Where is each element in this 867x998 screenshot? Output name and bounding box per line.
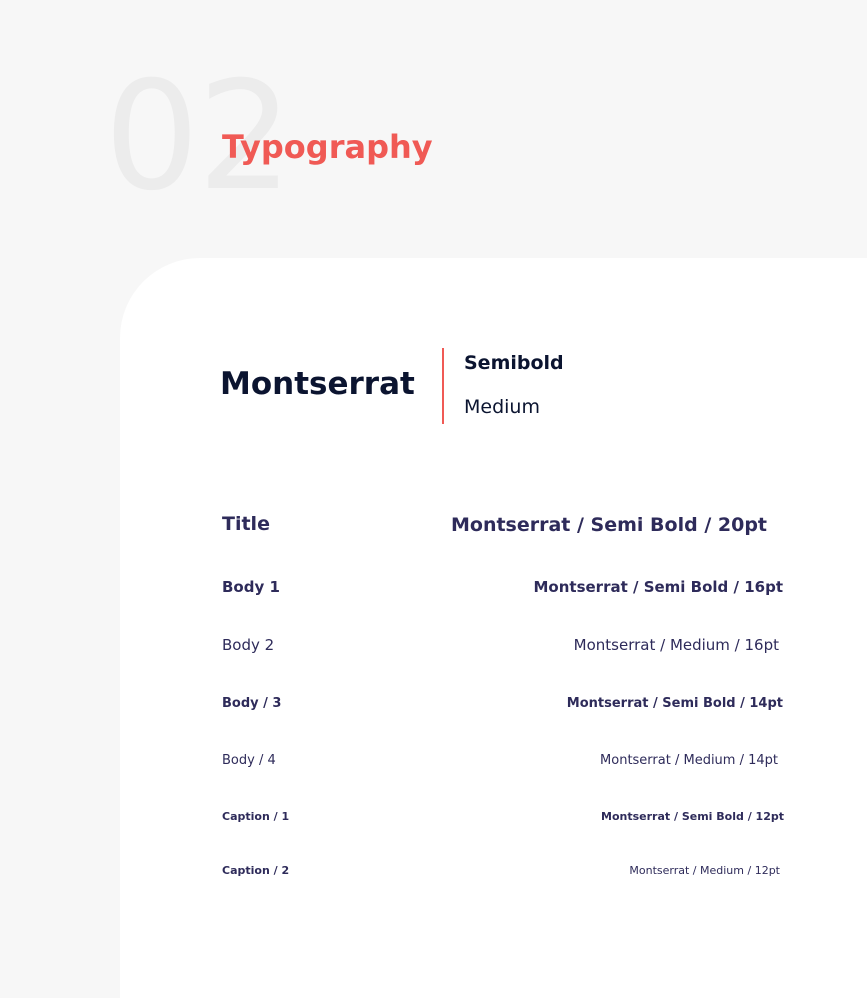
style-label: Title: [222, 513, 270, 535]
style-spec: Montserrat / Semi Bold / 20pt: [450, 514, 767, 536]
style-label: Caption / 2: [222, 864, 290, 877]
font-weight-semibold: Semibold: [464, 352, 564, 374]
style-spec: Montserrat / Medium / 16pt: [573, 636, 779, 654]
style-label: Body / 3: [222, 696, 282, 711]
style-spec: Montserrat / Medium / 14pt: [600, 753, 778, 768]
section-title: Typography: [222, 128, 433, 166]
style-spec: Montserrat / Semi Bold / 14pt: [566, 696, 783, 711]
style-spec: Montserrat / Medium / 12pt: [629, 864, 780, 877]
style-spec: Montserrat / Semi Bold / 16pt: [533, 578, 784, 596]
font-family-name: Montserrat: [220, 366, 415, 402]
style-label: Caption / 1: [222, 810, 290, 823]
style-label: Body 2: [222, 636, 275, 654]
accent-divider: [442, 348, 444, 424]
style-label: Body 1: [222, 578, 280, 596]
style-spec: Montserrat / Semi Bold / 12pt: [601, 810, 784, 823]
style-label: Body / 4: [222, 753, 276, 768]
font-weight-medium: Medium: [464, 396, 540, 418]
